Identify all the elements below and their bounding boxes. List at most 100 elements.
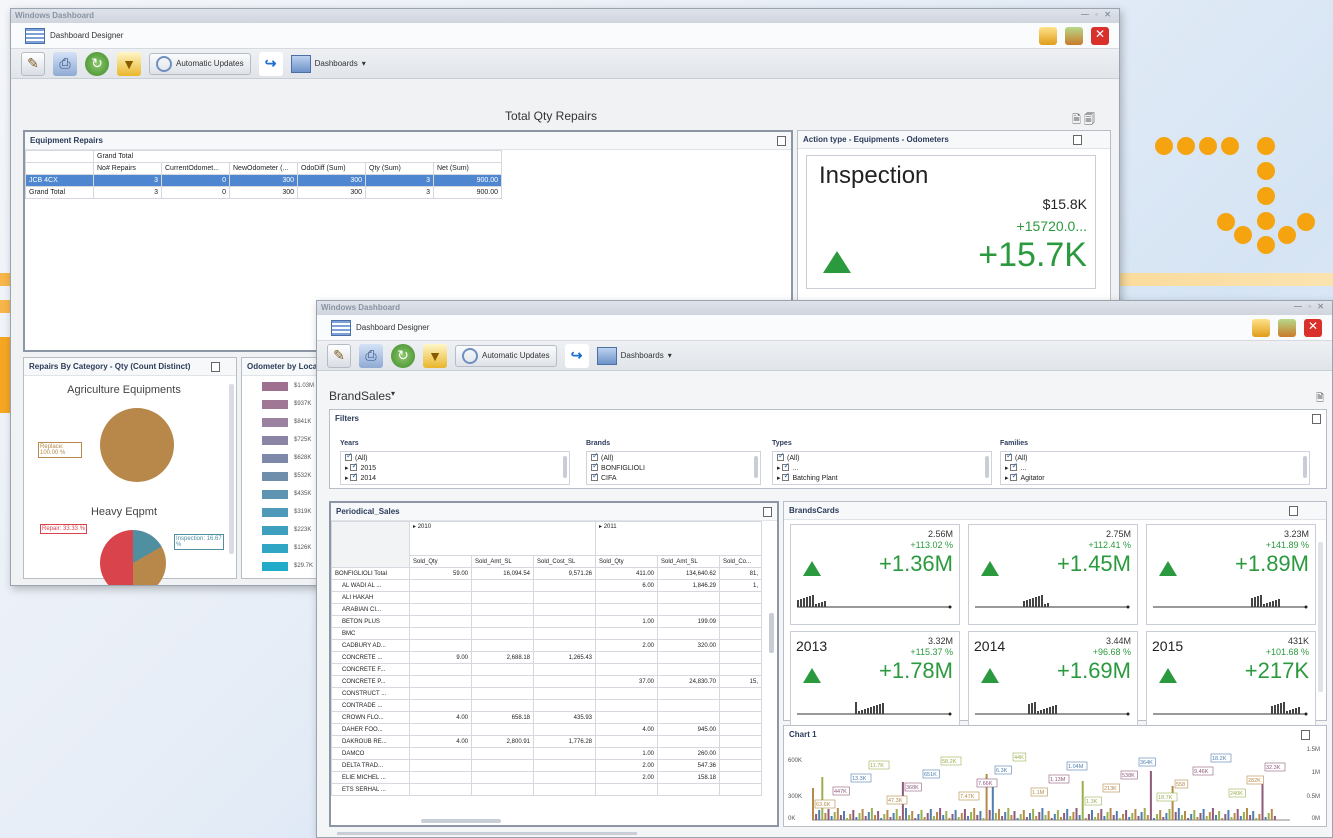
table-row[interactable]: DAMCO 1.00 260.00 xyxy=(331,747,762,760)
users-icon[interactable] xyxy=(1278,319,1296,337)
table-row[interactable]: DELTA TRAD... 2.00 547.36 xyxy=(331,759,762,772)
filter-list[interactable]: (All) ▸ ... ▸ Batching Plant xyxy=(772,451,992,485)
table-row[interactable]: CONTRADE ... xyxy=(331,699,762,712)
year-header[interactable]: ▸ 2010 xyxy=(409,521,596,556)
row-label[interactable]: CADBURY AD... xyxy=(331,639,410,652)
filter-item[interactable]: ▸ ... xyxy=(777,461,987,474)
printer-icon[interactable]: ⎙ xyxy=(359,343,383,368)
row-label[interactable]: CROWN FLO... xyxy=(331,711,410,724)
brand-kpi-card[interactable]: 2.56M +113.02 % +1.36M xyxy=(790,524,960,625)
export-icon[interactable] xyxy=(763,507,772,517)
column-header[interactable]: NewOdometer (... xyxy=(229,162,298,175)
pencil-icon[interactable]: ✎ xyxy=(327,343,351,368)
filter-item[interactable]: CIFA xyxy=(591,471,756,484)
refresh-icon[interactable]: ↻ xyxy=(85,51,109,76)
refresh-icon[interactable]: ↻ xyxy=(391,343,415,368)
vertical-scrollbar[interactable] xyxy=(1303,456,1307,478)
redo-arrow-icon[interactable]: ↪ xyxy=(564,343,589,368)
column-header[interactable]: Sold_Co... xyxy=(719,555,762,568)
vertical-scrollbar[interactable] xyxy=(563,456,567,478)
filter-list[interactable]: (All) BONFIGLIOLI CIFA xyxy=(586,451,761,485)
filter-item[interactable]: (All) xyxy=(777,451,987,464)
edit-icon[interactable] xyxy=(1252,319,1270,337)
filter-item[interactable]: (All) xyxy=(345,451,565,464)
table-row[interactable]: JCB 4CX 3 0 300 300 3 900.00 xyxy=(25,174,502,187)
row-label[interactable]: AL WADI AL ... xyxy=(331,579,410,592)
redo-arrow-icon[interactable]: ↪ xyxy=(258,51,283,76)
table-row[interactable]: Grand Total 3 0 300 300 3 900.00 xyxy=(25,186,502,199)
window-controls[interactable]: — ▫ ✕ xyxy=(1294,302,1326,311)
vertical-scrollbar[interactable] xyxy=(769,613,774,653)
chart1-plot[interactable]: 63.6K 447K 13.3K 11.7K 47.3K 368K 651K 58.2K 7.4… xyxy=(812,744,1292,824)
row-label[interactable]: CONSTRUCT ... xyxy=(331,687,410,700)
filter-icon[interactable]: ▼ xyxy=(423,343,447,368)
column-header[interactable]: Sold_Qty xyxy=(409,555,472,568)
filter-item[interactable]: BONFIGLIOLI xyxy=(591,461,756,474)
table-row[interactable]: DAHER FOO... 4.00 945.00 xyxy=(331,723,762,736)
vertical-scrollbar[interactable] xyxy=(229,384,234,554)
filter-item[interactable]: (All) xyxy=(591,451,756,464)
table-row[interactable]: AL WADI AL ... 6.00 1,846.29 1, xyxy=(331,579,762,592)
automatic-updates-button[interactable]: Automatic Updates xyxy=(455,344,557,367)
row-label[interactable]: ALI HAKAH xyxy=(331,591,410,604)
column-header[interactable]: OdoDiff (Sum) xyxy=(297,162,366,175)
table-row[interactable]: ALI HAKAH xyxy=(331,591,762,604)
export-icon[interactable] xyxy=(1073,135,1082,145)
printer-icon[interactable]: ⎙ xyxy=(53,51,77,76)
filter-item[interactable]: ▸ ... xyxy=(1005,461,1305,474)
row-label[interactable]: ARABIAN CI... xyxy=(331,603,410,616)
edit-icon[interactable] xyxy=(1039,27,1057,45)
row-label[interactable]: CONCRETE ... xyxy=(331,651,410,664)
vertical-scrollbar[interactable] xyxy=(985,456,989,478)
column-header[interactable]: Sold_Amt_SL xyxy=(657,555,720,568)
brand-kpi-card[interactable]: 3.23M +141.89 % +1.89M xyxy=(1146,524,1316,625)
vertical-scrollbar[interactable] xyxy=(754,456,758,478)
table-row[interactable]: ARABIAN CI... xyxy=(331,603,762,616)
filter-item[interactable]: ▸ Batching Plant xyxy=(777,471,987,484)
year-header[interactable]: ▸ 2011 xyxy=(595,521,762,556)
pencil-icon[interactable]: ✎ xyxy=(21,51,45,76)
table-row[interactable]: CONCRETE P... 37.00 24,830.70 15, xyxy=(331,675,762,688)
row-label[interactable]: DAHER FOO... xyxy=(331,723,410,736)
table-row[interactable]: BONFIGLIOLI Total 59.00 16,094.54 9,571.26 4… xyxy=(331,567,762,580)
table-row[interactable]: CROWN FLO... 4.00 658.18 435.93 xyxy=(331,711,762,724)
table-row[interactable]: CONSTRUCT ... xyxy=(331,687,762,700)
table-row[interactable]: BETON PLUS 1.00 199.09 xyxy=(331,615,762,628)
row-label[interactable]: BETON PLUS xyxy=(331,615,410,628)
filter-item[interactable]: ▸ 2014 xyxy=(345,471,565,484)
table-row[interactable]: ETS SERHAL ... xyxy=(331,783,762,796)
row-label[interactable]: DELTA TRAD... xyxy=(331,759,410,772)
row-label[interactable]: BONFIGLIOLI Total xyxy=(331,567,410,580)
export-icon[interactable]: 🗎 xyxy=(1316,391,1324,408)
table-row[interactable]: CADBURY AD... 2.00 320.00 xyxy=(331,639,762,652)
users-icon[interactable] xyxy=(1065,27,1083,45)
export-icon[interactable] xyxy=(1301,730,1310,740)
row-label[interactable]: BMC xyxy=(331,627,410,640)
row-label[interactable]: ETS SERHAL ... xyxy=(331,783,410,796)
brand-kpi-card[interactable]: 2015 431K +101.68 % +217K xyxy=(1146,631,1316,732)
column-header[interactable]: Net (Sum) xyxy=(433,162,502,175)
export-icons[interactable]: 🗎 🗐 xyxy=(1072,111,1095,130)
row-label[interactable]: ELIE MICHEL ... xyxy=(331,771,410,784)
table-row[interactable]: DAKROUB RE... 4.00 2,800.91 1,776.28 xyxy=(331,735,762,748)
automatic-updates-button[interactable]: Automatic Updates xyxy=(149,52,251,75)
column-header[interactable]: Sold_Qty xyxy=(595,555,658,568)
export-icon[interactable] xyxy=(1289,506,1298,516)
row-label[interactable]: DAMCO xyxy=(331,747,410,760)
close-icon[interactable]: ✕ xyxy=(1091,27,1109,45)
filter-item[interactable]: ▸ 2015 xyxy=(345,461,565,474)
pie1[interactable] xyxy=(100,408,174,482)
export-icon[interactable] xyxy=(777,136,786,146)
brand-kpi-card[interactable]: 2013 3.32M +115.37 % +1.78M xyxy=(790,631,960,732)
dashboards-dropdown[interactable]: Dashboards ▾ xyxy=(290,54,366,73)
window-controls[interactable]: — ▫ ✕ xyxy=(1081,10,1113,19)
brand-kpi-card[interactable]: 2014 3.44M +96.68 % +1.69M xyxy=(968,631,1138,732)
horizontal-scrollbar[interactable] xyxy=(337,832,637,835)
row-label[interactable]: DAKROUB RE... xyxy=(331,735,410,748)
column-header[interactable]: Sold_Cost_SL xyxy=(533,555,596,568)
filter-item[interactable]: ▸ Agitator xyxy=(1005,471,1305,484)
table-row[interactable]: ELIE MICHEL ... 2.00 158.18 xyxy=(331,771,762,784)
filter-list[interactable]: (All) ▸ ... ▸ Agitator xyxy=(1000,451,1310,485)
table-row[interactable]: BMC xyxy=(331,627,762,640)
column-header[interactable]: Qty (Sum) xyxy=(365,162,434,175)
